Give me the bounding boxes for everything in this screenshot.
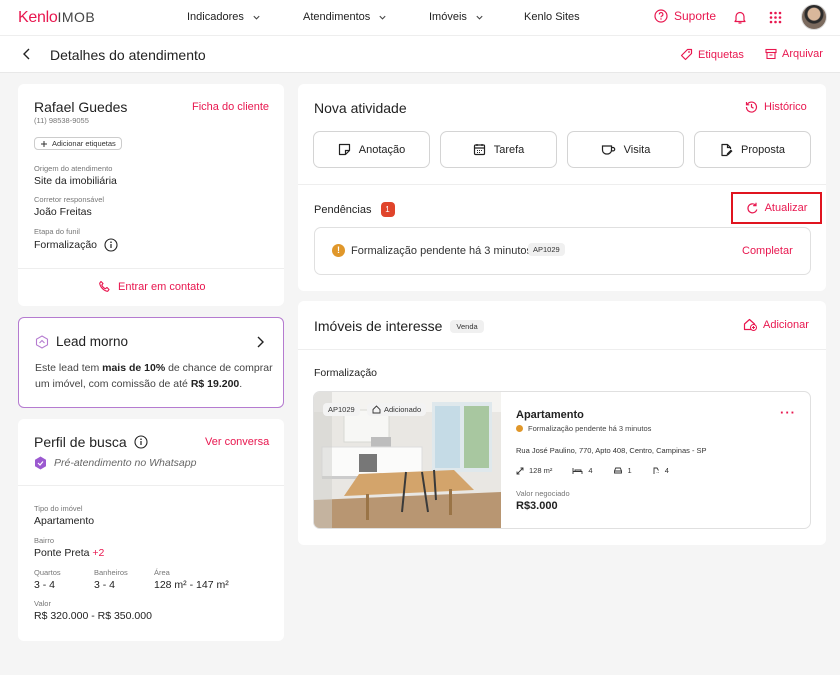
calendar-icon — [473, 144, 485, 156]
client-card: Rafael Guedes Ficha do cliente (11) 9853… — [18, 84, 284, 306]
property-features: 128 m² 4 1 4 — [516, 466, 669, 475]
bed-icon — [572, 467, 583, 474]
add-property-button[interactable]: Adicionar — [743, 318, 809, 331]
lead-temperature-icon — [35, 335, 49, 349]
client-phone: (11) 98538-9055 — [34, 116, 89, 125]
note-icon — [338, 143, 350, 156]
visit-button[interactable]: Visita — [567, 131, 684, 168]
added-badge: Adicionado — [367, 403, 427, 416]
support-link[interactable]: Suporte — [654, 9, 716, 23]
pending-item: ! Formalização pendente há 3 minutos AP1… — [314, 227, 811, 275]
origin-field: Origem do atendimento Site da imobiliári… — [34, 164, 117, 187]
property-type: Apartamento — [516, 409, 584, 421]
bell-icon[interactable] — [733, 10, 747, 25]
house-plus-icon — [743, 318, 757, 331]
tag-icon — [680, 48, 693, 61]
proposal-button[interactable]: Proposta — [694, 131, 811, 168]
warning-dot-icon — [516, 425, 523, 432]
info-icon[interactable] — [134, 435, 148, 449]
nav-kenlo-sites[interactable]: Kenlo Sites — [524, 11, 580, 23]
lead-description: Este lead tem mais de 10% de chance de c… — [35, 362, 273, 390]
history-link[interactable]: Histórico — [745, 100, 807, 113]
note-button[interactable]: Anotação — [313, 131, 430, 168]
broker-field: Corretor responsável João Freitas — [34, 195, 105, 218]
plus-icon — [41, 140, 47, 147]
apps-grid-icon[interactable] — [769, 11, 782, 24]
pending-text: Formalização pendente há 3 minutos — [351, 245, 532, 257]
top-navbar: KenloIMOB Indicadores Atendimentos Imóve… — [0, 0, 840, 35]
back-arrow-icon[interactable] — [22, 48, 32, 60]
nav-imoveis[interactable]: Imóveis — [429, 11, 484, 23]
chevron-down-icon — [253, 15, 260, 20]
property-code-badge: AP1029 — [323, 403, 360, 416]
help-circle-icon — [654, 9, 668, 23]
user-avatar[interactable] — [801, 4, 827, 30]
document-edit-icon — [721, 143, 733, 156]
contact-button[interactable]: Entrar em contato — [98, 280, 205, 293]
kenlo-logo[interactable]: KenloIMOB — [18, 9, 95, 27]
car-icon — [613, 467, 622, 473]
phone-icon — [99, 280, 110, 292]
new-activity-title: Nova atividade — [314, 100, 407, 116]
rooms-field: Quartos 3 - 4 — [34, 568, 61, 591]
price-range-field: Valor R$ 320.000 - R$ 350.000 — [34, 599, 152, 622]
archive-button[interactable]: Arquivar — [765, 48, 823, 60]
add-tags-button[interactable]: Adicionar etiquetas — [34, 137, 122, 150]
property-status: Formalização pendente há 3 minutos — [516, 424, 651, 433]
refresh-button[interactable]: Atualizar — [731, 192, 822, 224]
pending-count-badge: 1 — [380, 202, 395, 217]
sale-badge: Venda — [450, 319, 484, 333]
shower-icon — [653, 467, 659, 474]
negotiated-value-label: Valor negociado — [516, 489, 570, 498]
client-record-link[interactable]: Ficha do cliente — [192, 101, 269, 113]
tags-button[interactable]: Etiquetas — [680, 48, 744, 61]
task-button[interactable]: Tarefa — [440, 131, 557, 168]
archive-icon — [765, 48, 777, 60]
nav-atendimentos[interactable]: Atendimentos — [303, 11, 387, 23]
page-title: Detalhes do atendimento — [50, 47, 206, 63]
coffee-cup-icon — [601, 145, 615, 155]
page-subheader: Detalhes do atendimento Etiquetas Arquiv… — [0, 35, 840, 73]
area-field: Área 128 m² - 147 m² — [154, 568, 229, 591]
chevron-down-icon — [379, 15, 386, 20]
funnel-stage-field: Etapa do funil Formalização — [34, 227, 118, 252]
property-address: Rua José Paulino, 770, Apto 408, Centro,… — [516, 446, 707, 455]
pending-header: Pendências 1 — [314, 202, 395, 217]
negotiated-value: R$3.000 — [516, 500, 558, 512]
house-check-icon — [372, 405, 381, 414]
chevron-down-icon — [476, 15, 483, 20]
profile-title: Perfil de busca — [34, 434, 127, 450]
more-neighborhoods-badge[interactable]: +2 — [92, 547, 104, 559]
nav-indicadores[interactable]: Indicadores — [187, 11, 261, 23]
bathrooms-field: Banheiros 3 - 4 — [94, 568, 128, 591]
warning-icon: ! — [332, 244, 345, 257]
search-profile-card: Perfil de busca Ver conversa Pré-atendim… — [18, 419, 284, 641]
property-type-field: Tipo do imóvel Apartamento — [34, 504, 95, 527]
client-name: Rafael Guedes — [34, 99, 128, 115]
pending-code-badge: AP1029 — [528, 243, 565, 256]
history-icon — [745, 101, 758, 113]
refresh-icon — [746, 202, 757, 213]
info-icon[interactable] — [104, 238, 118, 252]
formalization-section-title: Formalização — [314, 367, 378, 379]
neighborhood-field: Bairro Ponte Preta +2 — [34, 536, 105, 559]
complete-button[interactable]: Completar — [742, 245, 793, 257]
area-icon — [516, 467, 524, 474]
chevron-right-icon[interactable] — [256, 336, 265, 348]
lead-card[interactable]: Lead morno Este lead tem mais de 10% de … — [18, 317, 284, 408]
property-card[interactable]: AP1029 Adicionado Apartamento ··· Formal… — [313, 391, 811, 529]
view-conversation-link[interactable]: Ver conversa — [205, 436, 269, 448]
more-options-icon[interactable]: ··· — [780, 405, 796, 420]
interest-header: Imóveis de interesse Venda — [314, 318, 484, 334]
lead-title: Lead morno — [56, 334, 129, 349]
hexagon-check-icon — [35, 456, 46, 470]
pre-service-status: Pré-atendimento no Whatsapp — [34, 456, 196, 470]
